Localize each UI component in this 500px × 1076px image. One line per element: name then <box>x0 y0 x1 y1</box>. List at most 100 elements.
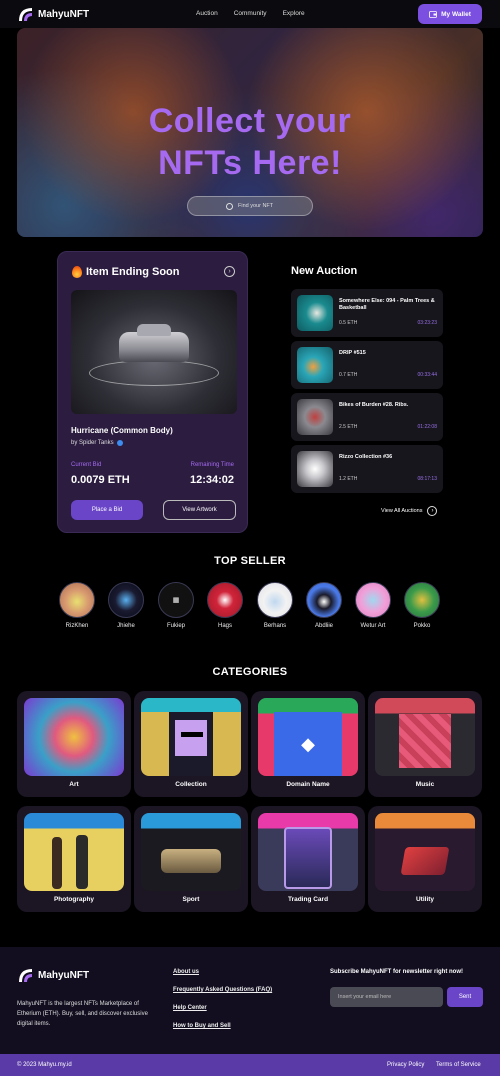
auction-item-price: 0.5 ETH <box>339 320 358 326</box>
seller-name: Fukiep <box>166 623 185 629</box>
nav-link-explore[interactable]: Explore <box>283 10 305 17</box>
footer-links: About us Frequently Asked Questions (FAQ… <box>173 969 272 1041</box>
seller-item[interactable]: ▦ Fukiep <box>151 582 201 629</box>
footer-description: MahyuNFT is the largest NFTs Marketplace… <box>17 1001 148 1027</box>
ending-item-name: Hurricane (Common Body) <box>71 426 173 435</box>
person-figure <box>76 835 88 889</box>
category-card-utility[interactable]: Utility <box>368 806 482 912</box>
category-image <box>141 698 241 776</box>
bottom-bar: © 2023 Mahyu.my.id Privacy Policy Terms … <box>0 1054 500 1076</box>
auction-item-name: Rizzo Collection #36 <box>339 454 393 460</box>
category-label: Domain Name <box>286 781 330 788</box>
auction-item[interactable]: Rizzo Collection #36 1.2 ETH 08:17:13 <box>291 445 443 493</box>
seller-item[interactable]: Berhans <box>250 582 300 629</box>
nav-link-auction[interactable]: Auction <box>196 10 218 17</box>
fire-icon <box>72 266 82 278</box>
brand-name: MahyuNFT <box>38 8 90 20</box>
category-card-sport[interactable]: Sport <box>134 806 248 912</box>
auction-item-name: Bikes of Burden #28. Ribs. <box>339 402 409 408</box>
logo-icon <box>19 969 32 982</box>
category-card-photography[interactable]: Photography <box>17 806 131 912</box>
categories-heading: CATEGORIES <box>212 666 288 678</box>
avatar <box>306 582 342 618</box>
category-label: Utility <box>415 896 435 903</box>
privacy-policy-link[interactable]: Privacy Policy <box>387 1062 424 1068</box>
avatar <box>355 582 391 618</box>
my-wallet-button[interactable]: My Wallet <box>418 4 482 24</box>
copyright: © 2023 Mahyu.my.id <box>17 1062 72 1068</box>
view-all-label: View All Auctions <box>381 508 423 514</box>
category-image: ◆ <box>258 698 358 776</box>
verified-icon <box>116 440 123 446</box>
seller-name: Pokko <box>413 623 431 629</box>
person-figure <box>52 837 62 889</box>
footer-link-faq[interactable]: Frequently Asked Questions (FAQ) <box>173 987 272 993</box>
auction-item[interactable]: DRIP #515 0.7 ETH 00:33:44 <box>291 341 443 389</box>
ending-heading: Item Ending Soon <box>72 266 180 278</box>
category-image <box>375 813 475 891</box>
auction-item-time: 08:17:13 <box>417 476 437 482</box>
auction-item[interactable]: Bikes of Burden #28. Ribs. 2.5 ETH 01:22… <box>291 393 443 441</box>
avatar <box>108 582 144 618</box>
remaining-time-label: Remaining Time <box>190 462 234 468</box>
ending-item-creator: by Spider Tanks <box>71 440 123 446</box>
seller-item[interactable]: Abdliie <box>299 582 349 629</box>
subscribe-heading: Subscribe MahyuNFT for newsletter right … <box>330 969 464 975</box>
category-card-trading-card[interactable]: Trading Card <box>251 806 365 912</box>
footer-brand-name: MahyuNFT <box>38 969 90 981</box>
seller-name: RizKhen <box>65 623 89 629</box>
ending-item-image[interactable] <box>71 290 237 414</box>
seller-name: Wetur Art <box>360 623 386 629</box>
auction-thumbnail <box>297 451 333 487</box>
category-image <box>24 813 124 891</box>
image-vehicle <box>119 324 189 362</box>
current-bid-value: 0.0079 ETH <box>71 474 130 486</box>
seller-item[interactable]: Pokko <box>397 582 447 629</box>
category-image <box>24 698 124 776</box>
hero-search-input[interactable]: Find your NFT <box>187 196 313 216</box>
newsletter-email-input[interactable]: Insert your email here <box>330 987 443 1007</box>
seller-item[interactable]: Jhiehe <box>101 582 151 629</box>
category-card-music[interactable]: Music <box>368 691 482 797</box>
hero-banner: Collect your NFTs Here! Find your NFT <box>17 28 483 237</box>
nav-link-community[interactable]: Community <box>234 10 267 17</box>
email-placeholder: Insert your email here <box>338 994 392 1000</box>
avatar <box>404 582 440 618</box>
wallet-icon <box>429 10 438 18</box>
category-image <box>258 813 358 891</box>
view-artwork-button[interactable]: View Artwork <box>163 500 236 520</box>
place-bid-button[interactable]: Place a Bid <box>71 500 143 520</box>
category-label: Trading Card <box>287 896 329 903</box>
album-art <box>399 714 451 768</box>
seller-name: Jhiehe <box>117 623 135 629</box>
view-all-auctions-link[interactable]: View All Auctions › <box>381 506 438 516</box>
footer: MahyuNFT MahyuNFT is the largest NFTs Ma… <box>0 947 500 1054</box>
footer-link-how-to[interactable]: How to Buy and Sell <box>173 1023 272 1029</box>
remaining-time-value: 12:34:02 <box>189 474 234 486</box>
search-icon <box>226 203 233 210</box>
arrow-right-icon[interactable]: › <box>224 266 235 277</box>
send-button[interactable]: Sent <box>447 987 483 1007</box>
seller-name: Abdliie <box>314 623 333 629</box>
footer-link-help[interactable]: Help Center <box>173 1005 272 1011</box>
auction-thumbnail <box>297 399 333 435</box>
top-seller-heading: TOP SELLER <box>214 555 286 567</box>
brand-logo[interactable]: MahyuNFT <box>17 6 89 22</box>
auction-item[interactable]: Somewhere Else: 094 - Palm Trees & Baske… <box>291 289 443 337</box>
category-card-collection[interactable]: Collection <box>134 691 248 797</box>
auction-thumbnail <box>297 347 333 383</box>
hero-title-line2: NFTs Here! <box>158 144 342 182</box>
creator-text: by Spider Tanks <box>71 440 114 446</box>
footer-logo[interactable]: MahyuNFT <box>17 967 89 983</box>
image-ring <box>89 360 219 386</box>
category-card-art[interactable]: Art <box>17 691 131 797</box>
auction-item-time: 03:23:23 <box>417 320 437 326</box>
footer-link-about[interactable]: About us <box>173 969 272 975</box>
seller-item[interactable]: RizKhen <box>52 582 102 629</box>
category-label: Sport <box>182 896 200 903</box>
belt-image <box>161 849 221 873</box>
seller-item[interactable]: Wetur Art <box>348 582 398 629</box>
terms-link[interactable]: Terms of Service <box>436 1062 481 1068</box>
category-card-domain-name[interactable]: ◆ Domain Name <box>251 691 365 797</box>
seller-item[interactable]: Hags <box>200 582 250 629</box>
